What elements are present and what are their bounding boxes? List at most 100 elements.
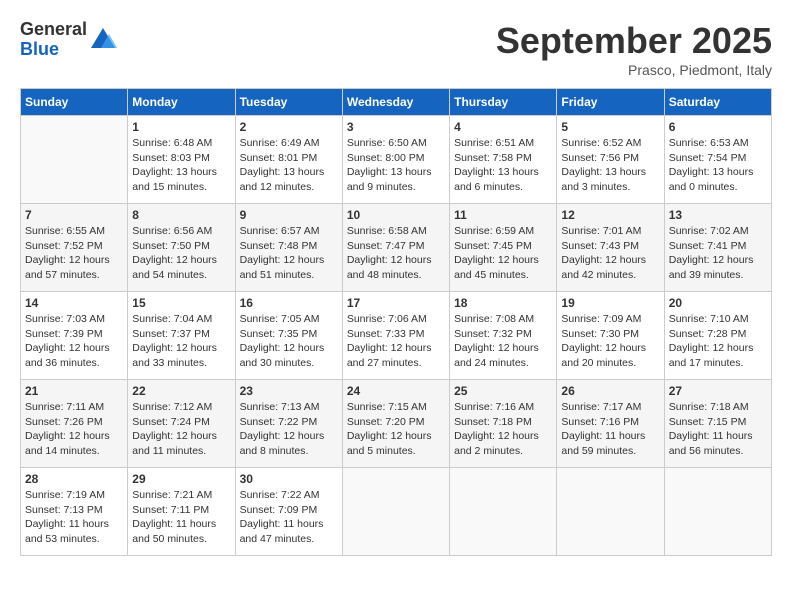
day-number: 23 (240, 384, 338, 398)
calendar-cell (450, 468, 557, 556)
calendar-cell: 7Sunrise: 6:55 AM Sunset: 7:52 PM Daylig… (21, 204, 128, 292)
day-number: 21 (25, 384, 123, 398)
day-number: 22 (132, 384, 230, 398)
day-number: 10 (347, 208, 445, 222)
day-detail: Sunrise: 7:09 AM Sunset: 7:30 PM Dayligh… (561, 312, 659, 371)
calendar-cell: 26Sunrise: 7:17 AM Sunset: 7:16 PM Dayli… (557, 380, 664, 468)
day-number: 14 (25, 296, 123, 310)
column-header-friday: Friday (557, 89, 664, 116)
calendar-cell: 23 Sunrise: 7:13 AM Sunset: 7:22 PM Dayli… (235, 380, 342, 468)
day-detail: Sunrise: 7:10 AM Sunset: 7:28 PM Dayligh… (669, 312, 767, 371)
column-header-thursday: Thursday (450, 89, 557, 116)
calendar-cell: 25 Sunrise: 7:16 AM Sunset: 7:18 PM Dayli… (450, 380, 557, 468)
day-detail: Sunrise: 6:56 AM Sunset: 7:50 PM Dayligh… (132, 224, 230, 283)
calendar-cell: 29 Sunrise: 7:21 AM Sunset: 7:11 PM Dayli… (128, 468, 235, 556)
calendar-cell: 1 Sunrise: 6:48 AM Sunset: 8:03 PM Daylig… (128, 116, 235, 204)
day-detail: Sunrise: 7:06 AM Sunset: 7:33 PM Dayligh… (347, 312, 445, 371)
day-number: 6 (669, 120, 767, 134)
day-number: 12 (561, 208, 659, 222)
day-number: 16 (240, 296, 338, 310)
day-number: 24 (347, 384, 445, 398)
day-detail: Sunrise: 7:03 AM Sunset: 7:39 PM Dayligh… (25, 312, 123, 371)
month-title: September 2025 (496, 20, 772, 62)
calendar-table: SundayMondayTuesdayWednesdayThursdayFrid… (20, 88, 772, 556)
day-number: 1 (132, 120, 230, 134)
day-detail: Sunrise: 7:04 AM Sunset: 7:37 PM Dayligh… (132, 312, 230, 371)
calendar-week-5: 28 Sunrise: 7:19 AM Sunset: 7:13 PM Dayli… (21, 468, 772, 556)
day-detail: Sunrise: 7:13 AM Sunset: 7:22 PM Dayligh… (240, 400, 338, 459)
column-header-monday: Monday (128, 89, 235, 116)
day-detail: Sunrise: 7:12 AM Sunset: 7:24 PM Dayligh… (132, 400, 230, 459)
day-number: 11 (454, 208, 552, 222)
calendar-cell: 6Sunrise: 6:53 AM Sunset: 7:54 PM Daylig… (664, 116, 771, 204)
location: Prasco, Piedmont, Italy (496, 62, 772, 78)
day-number: 2 (240, 120, 338, 134)
calendar-cell: 3 Sunrise: 6:50 AM Sunset: 8:00 PM Daylig… (342, 116, 449, 204)
day-detail: Sunrise: 7:01 AM Sunset: 7:43 PM Dayligh… (561, 224, 659, 283)
calendar-week-1: 1 Sunrise: 6:48 AM Sunset: 8:03 PM Daylig… (21, 116, 772, 204)
calendar-cell: 27 Sunrise: 7:18 AM Sunset: 7:15 PM Dayli… (664, 380, 771, 468)
calendar-week-4: 21 Sunrise: 7:11 AM Sunset: 7:26 PM Dayli… (21, 380, 772, 468)
calendar-cell: 18Sunrise: 7:08 AM Sunset: 7:32 PM Dayli… (450, 292, 557, 380)
header-row: SundayMondayTuesdayWednesdayThursdayFrid… (21, 89, 772, 116)
logo: General Blue (20, 20, 117, 60)
calendar-cell (664, 468, 771, 556)
calendar-cell: 2 Sunrise: 6:49 AM Sunset: 8:01 PM Daylig… (235, 116, 342, 204)
day-number: 13 (669, 208, 767, 222)
column-header-saturday: Saturday (664, 89, 771, 116)
day-detail: Sunrise: 6:57 AM Sunset: 7:48 PM Dayligh… (240, 224, 338, 283)
day-detail: Sunrise: 7:02 AM Sunset: 7:41 PM Dayligh… (669, 224, 767, 283)
day-number: 9 (240, 208, 338, 222)
day-number: 29 (132, 472, 230, 486)
calendar-cell: 22 Sunrise: 7:12 AM Sunset: 7:24 PM Dayli… (128, 380, 235, 468)
calendar-cell: 5Sunrise: 6:52 AM Sunset: 7:56 PM Daylig… (557, 116, 664, 204)
calendar-cell: 9 Sunrise: 6:57 AM Sunset: 7:48 PM Daylig… (235, 204, 342, 292)
calendar-week-3: 14 Sunrise: 7:03 AM Sunset: 7:39 PM Dayli… (21, 292, 772, 380)
day-detail: Sunrise: 7:21 AM Sunset: 7:11 PM Dayligh… (132, 488, 230, 547)
column-header-sunday: Sunday (21, 89, 128, 116)
day-detail: Sunrise: 6:52 AM Sunset: 7:56 PM Dayligh… (561, 136, 659, 195)
calendar-cell: 4 Sunrise: 6:51 AM Sunset: 7:58 PM Daylig… (450, 116, 557, 204)
day-number: 28 (25, 472, 123, 486)
day-detail: Sunrise: 6:48 AM Sunset: 8:03 PM Dayligh… (132, 136, 230, 195)
calendar-cell: 16Sunrise: 7:05 AM Sunset: 7:35 PM Dayli… (235, 292, 342, 380)
day-number: 4 (454, 120, 552, 134)
logo-blue: Blue (20, 40, 87, 60)
day-detail: Sunrise: 7:11 AM Sunset: 7:26 PM Dayligh… (25, 400, 123, 459)
calendar-week-2: 7Sunrise: 6:55 AM Sunset: 7:52 PM Daylig… (21, 204, 772, 292)
calendar-cell: 17 Sunrise: 7:06 AM Sunset: 7:33 PM Dayli… (342, 292, 449, 380)
calendar-cell: 20 Sunrise: 7:10 AM Sunset: 7:28 PM Dayli… (664, 292, 771, 380)
day-number: 17 (347, 296, 445, 310)
title-area: September 2025 Prasco, Piedmont, Italy (496, 20, 772, 78)
day-number: 25 (454, 384, 552, 398)
day-detail: Sunrise: 7:22 AM Sunset: 7:09 PM Dayligh… (240, 488, 338, 547)
logo-icon (89, 26, 117, 54)
day-number: 30 (240, 472, 338, 486)
calendar-cell: 8 Sunrise: 6:56 AM Sunset: 7:50 PM Daylig… (128, 204, 235, 292)
day-detail: Sunrise: 7:19 AM Sunset: 7:13 PM Dayligh… (25, 488, 123, 547)
calendar-cell: 21 Sunrise: 7:11 AM Sunset: 7:26 PM Dayli… (21, 380, 128, 468)
calendar-cell: 10Sunrise: 6:58 AM Sunset: 7:47 PM Dayli… (342, 204, 449, 292)
day-number: 27 (669, 384, 767, 398)
calendar-cell: 19Sunrise: 7:09 AM Sunset: 7:30 PM Dayli… (557, 292, 664, 380)
page-header: General Blue September 2025 Prasco, Pied… (20, 20, 772, 78)
calendar-cell (21, 116, 128, 204)
day-number: 20 (669, 296, 767, 310)
day-number: 8 (132, 208, 230, 222)
logo-general: General (20, 20, 87, 40)
day-number: 3 (347, 120, 445, 134)
column-header-wednesday: Wednesday (342, 89, 449, 116)
day-detail: Sunrise: 6:50 AM Sunset: 8:00 PM Dayligh… (347, 136, 445, 195)
calendar-cell (342, 468, 449, 556)
day-detail: Sunrise: 7:08 AM Sunset: 7:32 PM Dayligh… (454, 312, 552, 371)
day-detail: Sunrise: 6:51 AM Sunset: 7:58 PM Dayligh… (454, 136, 552, 195)
calendar-cell: 28 Sunrise: 7:19 AM Sunset: 7:13 PM Dayli… (21, 468, 128, 556)
calendar-cell (557, 468, 664, 556)
calendar-cell: 14 Sunrise: 7:03 AM Sunset: 7:39 PM Dayli… (21, 292, 128, 380)
column-header-tuesday: Tuesday (235, 89, 342, 116)
day-detail: Sunrise: 7:16 AM Sunset: 7:18 PM Dayligh… (454, 400, 552, 459)
calendar-cell: 24Sunrise: 7:15 AM Sunset: 7:20 PM Dayli… (342, 380, 449, 468)
day-detail: Sunrise: 7:18 AM Sunset: 7:15 PM Dayligh… (669, 400, 767, 459)
calendar-cell: 30 Sunrise: 7:22 AM Sunset: 7:09 PM Dayli… (235, 468, 342, 556)
day-detail: Sunrise: 6:49 AM Sunset: 8:01 PM Dayligh… (240, 136, 338, 195)
